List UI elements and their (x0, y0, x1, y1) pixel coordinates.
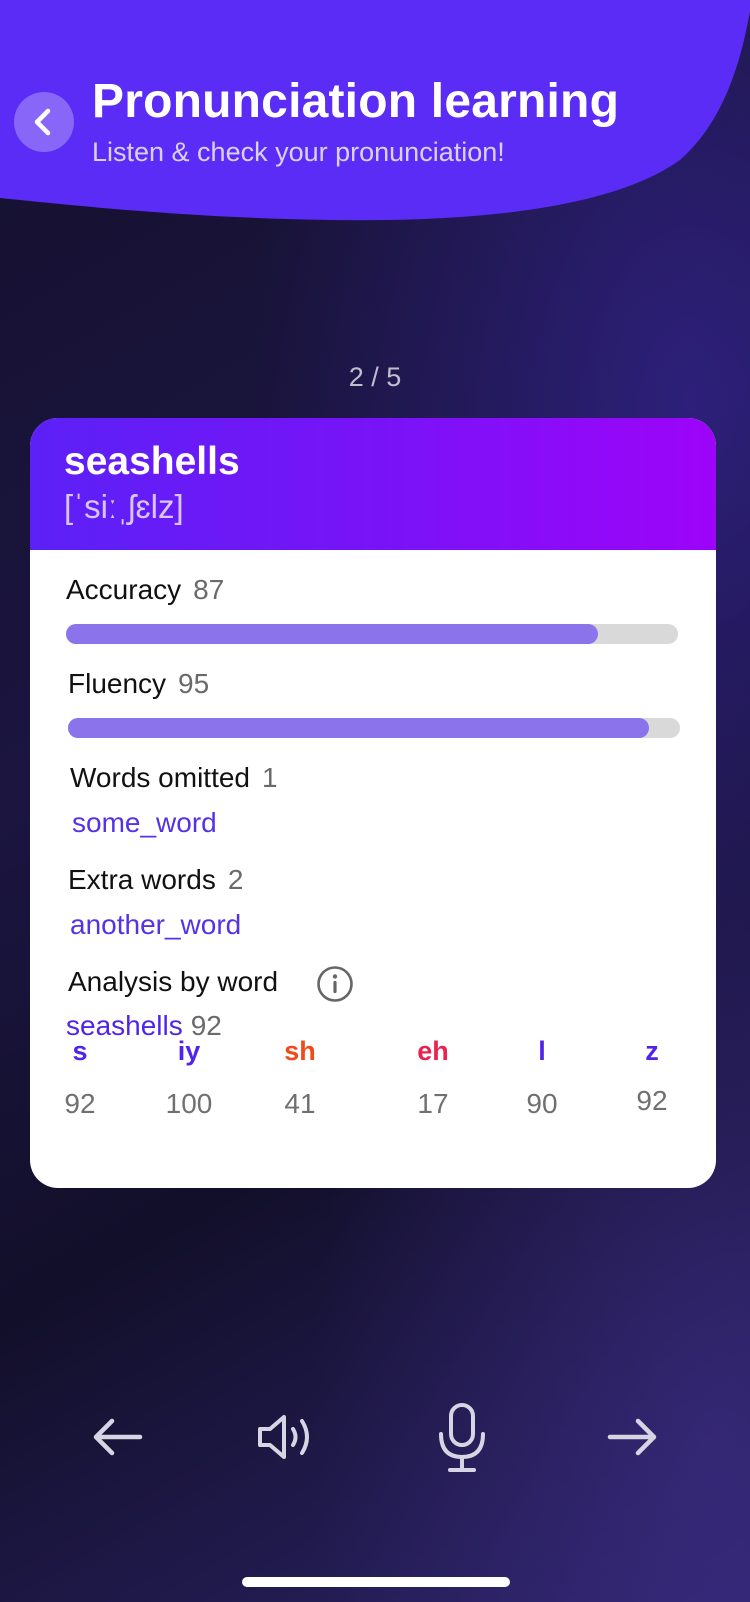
accuracy-bar (66, 624, 678, 644)
record-button[interactable] (430, 1399, 494, 1477)
listen-button[interactable] (256, 1405, 320, 1469)
card-header: seashells [ˈsiːˌʃɛlz] (30, 418, 716, 550)
phoneme-score: 90 (526, 1088, 558, 1119)
phoneme-label: l (538, 1036, 546, 1066)
phoneme-label: eh (417, 1036, 449, 1066)
result-card: seashells [ˈsiːˌʃɛlz] Accuracy 87 Fluency… (30, 418, 716, 1188)
page-subtitle: Listen & check your pronunciation! (92, 137, 505, 167)
omitted-word[interactable]: some_word (72, 807, 217, 839)
microphone-icon (439, 1403, 485, 1472)
phoneme-score: 41 (284, 1088, 316, 1119)
page-title: Pronunciation learning (92, 75, 620, 128)
word-title: seashells (64, 440, 240, 483)
chevron-left-icon (34, 108, 51, 136)
accuracy-value: 87 (193, 574, 225, 605)
back-button[interactable] (14, 92, 74, 152)
home-indicator (242, 1577, 510, 1587)
word-ipa: [ˈsiːˌʃɛlz] (64, 488, 184, 525)
speaker-icon (258, 1415, 309, 1459)
phoneme-label: sh (284, 1036, 316, 1066)
phoneme-label: iy (177, 1036, 201, 1066)
accuracy-bar-fill (66, 624, 599, 644)
accuracy-label: Accuracy (66, 574, 182, 605)
phoneme-score: 92 (636, 1085, 668, 1116)
phoneme-score: 17 (417, 1088, 449, 1119)
fluency-bar (68, 718, 680, 738)
extra-words-row: Extra words 2 (68, 864, 243, 896)
next-button[interactable] (600, 1405, 664, 1469)
phoneme-label: z (645, 1036, 659, 1066)
extra-word[interactable]: another_word (70, 909, 241, 941)
accuracy-label-row: Accuracy 87 (66, 574, 224, 606)
extra-words-count: 2 (227, 864, 244, 895)
info-icon[interactable] (316, 965, 354, 1003)
arrow-right-icon (607, 1418, 657, 1456)
analysis-label: Analysis by word (68, 966, 279, 997)
phoneme-label: s (72, 1036, 88, 1066)
words-omitted-row: Words omitted 1 (70, 762, 278, 794)
phoneme-score: 92 (64, 1088, 96, 1119)
previous-button[interactable] (86, 1405, 150, 1469)
words-omitted-label: Words omitted (70, 762, 250, 793)
progress-indicator: 2 / 5 (348, 362, 402, 392)
fluency-value: 95 (178, 668, 210, 699)
fluency-bar-fill (68, 718, 650, 738)
fluency-label: Fluency (68, 668, 167, 699)
fluency-label-row: Fluency 95 (68, 668, 209, 700)
phoneme-score: 100 (165, 1088, 213, 1119)
words-omitted-count: 1 (262, 762, 278, 793)
arrow-left-icon (93, 1418, 143, 1456)
extra-words-label: Extra words (68, 864, 216, 895)
